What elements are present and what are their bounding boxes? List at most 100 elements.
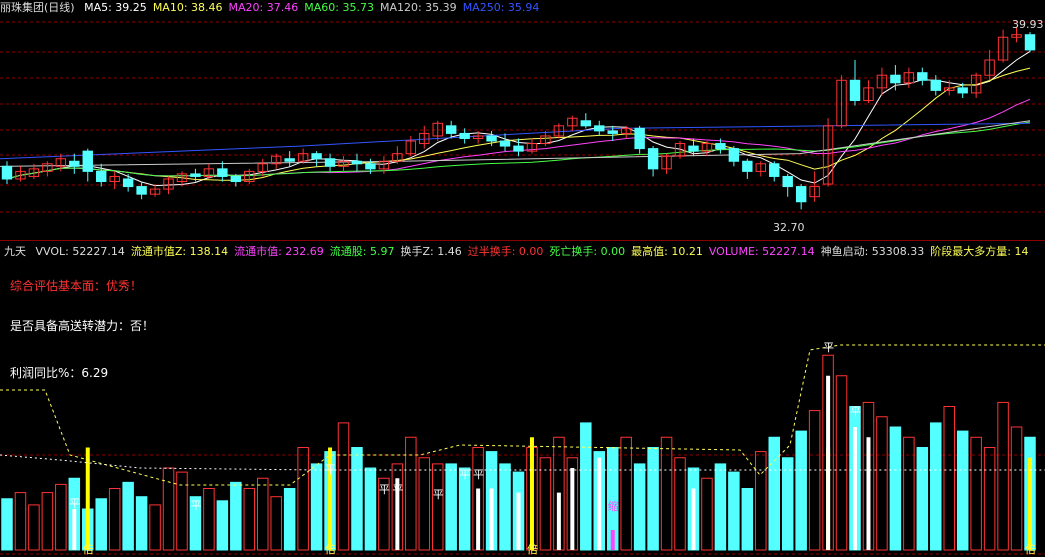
ma-line [6,50,1031,187]
volume-bar [647,447,659,551]
ping-marker: 平 [823,341,834,354]
ping-marker: 平 [473,468,484,481]
volume-bar [943,406,955,551]
white-bar [489,488,494,550]
volume-bar [1,498,13,551]
candle-body [351,160,363,165]
white-bar [72,509,77,550]
ma250-line [0,122,1031,160]
ping-marker: 平 [325,463,336,476]
high-price-label: 39.93 [1012,18,1044,31]
candle-body [513,145,524,152]
volume-bar [149,504,161,551]
volume-bar [580,422,592,551]
ping-marker: 平 [69,497,80,510]
volume-bar [916,447,929,551]
candle-body [122,178,134,188]
candle-body [217,168,228,177]
volume-bar [876,416,888,551]
candle-body [1,165,13,180]
candle-body [647,148,659,170]
bei-marker: 倍 [1025,542,1036,556]
candle-body [594,125,605,132]
candle-body [324,158,336,167]
bei-marker: 倍 [527,542,538,556]
price-chart[interactable]: 39.93 32.70 [0,0,1045,240]
ping-marker: 平 [433,488,444,501]
volume-bar [499,463,511,551]
white-bar [476,488,481,550]
indicator-chart[interactable]: 平平平平平平平 平平平倍倍倍倍缩 [0,245,1045,557]
candle-body [957,87,968,94]
volume-bar [997,401,1009,551]
candle-body [634,127,645,150]
volume-bar [795,430,807,551]
candle-body [728,148,740,162]
volume-bar [310,463,323,551]
candle-body [580,120,592,127]
volume-bar [741,488,754,551]
candle-body [284,158,295,162]
volume-bar [55,483,67,551]
ping-marker: 平 [392,483,403,496]
candle-body [190,173,201,177]
volume-bar [176,471,188,551]
volume-bar [135,496,148,551]
candle-body [1024,34,1036,51]
candle-body [742,160,753,172]
volume-bar [701,477,713,551]
candle-body [69,160,80,167]
volume-bar [297,447,309,551]
white-bar [597,457,602,550]
volume-bar [283,488,296,551]
panel-divider [0,240,1045,241]
volume-bar [95,498,107,551]
volume-bar [539,457,552,551]
volume-bar [983,447,996,551]
volume-bar [243,488,256,551]
volume-bar [835,375,848,551]
candle-body [688,145,699,152]
volume-bar [337,422,350,551]
volume-bar [216,500,229,551]
white-bar [570,468,575,550]
volume-bar [14,492,27,551]
stage-max-line [0,344,1045,486]
magenta-bar [610,530,615,550]
volume-bar [633,463,646,551]
volume-bar [620,436,632,551]
volume-bar [728,471,740,551]
volume-bar [41,492,54,551]
candle-body [499,140,511,147]
volume-bar [660,436,673,551]
volume-bar [431,463,444,551]
volume-bar [122,481,134,551]
volume-bar [768,436,780,551]
volume-bar [781,457,794,551]
candle-body [82,150,93,172]
candle-body [890,74,901,84]
volume-bar [28,504,40,551]
white-bar [866,437,871,550]
highlight-bar [1028,457,1032,550]
ping-marker: 平 [190,499,201,512]
volume-bar [162,467,175,551]
ping-marker: 平 [850,405,861,418]
volume-bar [270,496,282,551]
volume-bar [1010,426,1023,551]
volume-bar [257,477,269,551]
candle-body [459,132,470,139]
volume-bar [445,463,457,551]
white-bar [556,492,561,550]
volume-bar [956,430,969,551]
volume-bar [674,457,686,551]
volume-bar [889,426,902,551]
candle-body [136,186,147,195]
volume-bar [808,410,821,551]
candle-body [715,143,726,150]
avg-line [0,454,1045,471]
white-bar [853,427,858,550]
candle-body [782,175,793,188]
ma-line [6,67,1031,181]
candle-body [445,125,457,134]
